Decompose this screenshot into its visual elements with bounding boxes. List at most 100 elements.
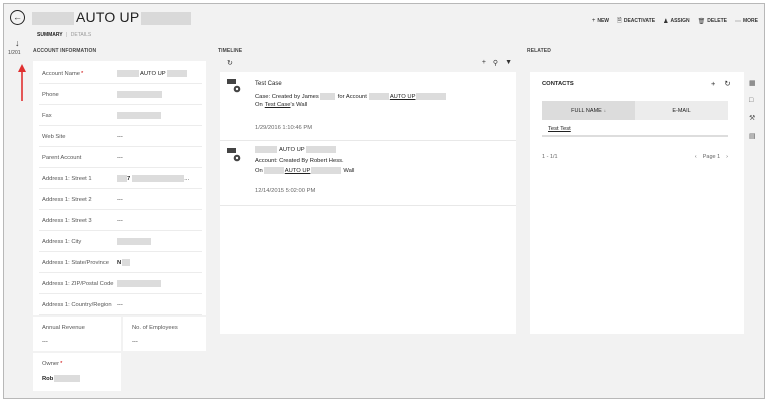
timeline-toolbar: ↻ + ⚲ ▼ (220, 59, 516, 71)
timeline-post[interactable]: Test Case Case: Created by James for Acc… (220, 72, 516, 141)
timeline-actions: + ⚲ ▼ (482, 59, 512, 67)
timeline-title: TIMELINE (218, 48, 243, 54)
contacts-list-icon[interactable]: ▦ (749, 79, 756, 87)
field-street-2[interactable]: Address 1: Street 2 --- (39, 190, 202, 210)
field-fax[interactable]: Fax (39, 106, 202, 126)
field-label: Address 1: City (42, 238, 82, 245)
field-parent-account[interactable]: Parent Account --- (39, 148, 202, 168)
field-label: Fax (42, 112, 52, 119)
field-state[interactable]: Address 1: State/Province N (39, 253, 202, 273)
field-label: Address 1: Country/Region (42, 301, 112, 308)
app-frame: ← AUTO UP SUMMARY | DETAILS + NEW 🗎 DEAC… (3, 3, 765, 399)
field-value: --- (117, 133, 123, 140)
field-value: --- (117, 217, 123, 224)
required-marker: * (81, 70, 84, 77)
refresh-icon[interactable]: ↻ (227, 59, 233, 67)
field-label: Phone (42, 91, 59, 98)
field-country[interactable]: Address 1: Country/Region --- (39, 295, 202, 315)
field-label: Web Site (42, 133, 66, 140)
field-value: N (117, 259, 131, 266)
field-label: Owner* (42, 361, 63, 367)
wrench-icon[interactable]: ⚒ (749, 114, 756, 122)
post-wall-line: On Test Case 's Wall (255, 102, 308, 108)
new-button[interactable]: + NEW (592, 16, 609, 26)
form-tabs: SUMMARY | DETAILS (37, 32, 91, 38)
field-label: Annual Revenue (42, 325, 85, 331)
page-label: Page 1 (702, 154, 721, 160)
post-timestamp: 12/14/2015 5:02:00 PM (255, 188, 316, 194)
record-counter: 1/201 (8, 50, 21, 56)
case-record-icon (227, 79, 241, 93)
owner-field[interactable]: Owner* Rob (33, 353, 121, 391)
tab-separator: | (66, 32, 68, 38)
assign-icon: ♟ (663, 18, 669, 25)
add-contact-icon[interactable]: + (711, 79, 715, 88)
back-arrow-icon[interactable]: ← (10, 10, 25, 25)
field-label: Account Name* (42, 70, 84, 77)
deactivate-button[interactable]: 🗎 DEACTIVATE (617, 16, 655, 26)
field-account-name[interactable]: Account Name* AUTO UP (39, 64, 202, 84)
delete-label: DELETE (707, 18, 727, 24)
timeline-post[interactable]: AUTO UP Account: Created By Robert Hess.… (220, 141, 516, 206)
page-title: AUTO UP (76, 9, 140, 25)
next-record-arrow-icon[interactable]: ↓ (15, 38, 20, 48)
post-wall-line: On AUTO UP Wall (255, 167, 355, 174)
field-value: AUTO UP (117, 70, 187, 77)
tab-details[interactable]: DETAILS (71, 32, 91, 38)
annual-revenue-field[interactable]: Annual Revenue --- (33, 317, 121, 351)
post-description: Account: Created By Robert Hess. (255, 158, 344, 164)
field-zip[interactable]: Address 1: ZIP/Postal Code (39, 274, 202, 294)
next-page-icon[interactable]: › (726, 154, 728, 160)
required-marker: * (60, 361, 63, 367)
more-button[interactable]: ⋯ MORE (735, 16, 758, 26)
field-phone[interactable]: Phone (39, 85, 202, 105)
related-side-toolbar: ▦ □ ⚒ ▤ (749, 79, 756, 140)
delete-button[interactable]: 🗑 DELETE (698, 16, 727, 26)
filter-icon[interactable]: ▼ (505, 59, 512, 67)
timeline-panel: Test Case Case: Created by James for Acc… (220, 72, 516, 334)
field-value: Rob (42, 375, 81, 382)
column-email[interactable]: E-MAIL (635, 101, 728, 120)
report-icon[interactable]: ▤ (749, 132, 756, 140)
field-value: --- (132, 339, 138, 345)
field-value: --- (117, 301, 123, 308)
record-count: 1 - 1/1 (542, 154, 558, 160)
field-value (117, 91, 162, 98)
field-web-site[interactable]: Web Site --- (39, 127, 202, 147)
refresh-icon[interactable]: ↻ (724, 79, 730, 88)
field-value: 7... (117, 175, 189, 182)
field-street-3[interactable]: Address 1: Street 3 --- (39, 211, 202, 231)
document-icon: 🗎 (617, 18, 622, 24)
contact-link[interactable]: Test Test (548, 126, 571, 132)
header: ← AUTO UP SUMMARY | DETAILS + NEW 🗎 DEAC… (4, 4, 764, 48)
field-value (117, 280, 161, 287)
more-label: MORE (743, 18, 758, 24)
account-record-icon (227, 148, 241, 162)
field-value (117, 238, 151, 245)
tab-summary[interactable]: SUMMARY (37, 32, 63, 38)
account-information-panel: Account Name* AUTO UP Phone Fax Web Site… (33, 61, 206, 315)
case-link[interactable]: Test Case (265, 102, 291, 108)
prev-page-icon[interactable]: ‹ (695, 154, 697, 160)
column-full-name[interactable]: FULL NAME ↓ (542, 101, 635, 120)
note-icon[interactable]: □ (749, 97, 756, 104)
new-label: NEW (597, 18, 610, 24)
table-row[interactable]: Test Test (542, 122, 728, 137)
account-information-title: ACCOUNT INFORMATION (33, 48, 97, 54)
field-city[interactable]: Address 1: City (39, 232, 202, 252)
field-value (117, 112, 161, 119)
employees-field[interactable]: No. of Employees --- (123, 317, 206, 351)
contacts-actions: + ↻ (711, 79, 731, 88)
account-link[interactable]: AUTO UP (285, 168, 311, 174)
field-label: Address 1: Street 2 (42, 196, 92, 203)
field-street-1[interactable]: Address 1: Street 1 7... (39, 169, 202, 189)
account-link[interactable]: AUTO UP (390, 94, 416, 100)
assign-button[interactable]: ♟ ASSIGN (663, 16, 690, 26)
search-icon[interactable]: ⚲ (493, 59, 498, 67)
add-post-icon[interactable]: + (482, 59, 486, 67)
post-description: Case: Created by James for Account AUTO … (255, 93, 447, 100)
assign-label: ASSIGN (670, 18, 690, 24)
field-label: No. of Employees (132, 325, 178, 331)
trash-icon: 🗑 (697, 18, 706, 25)
ellipsis-icon: ⋯ (735, 18, 741, 25)
